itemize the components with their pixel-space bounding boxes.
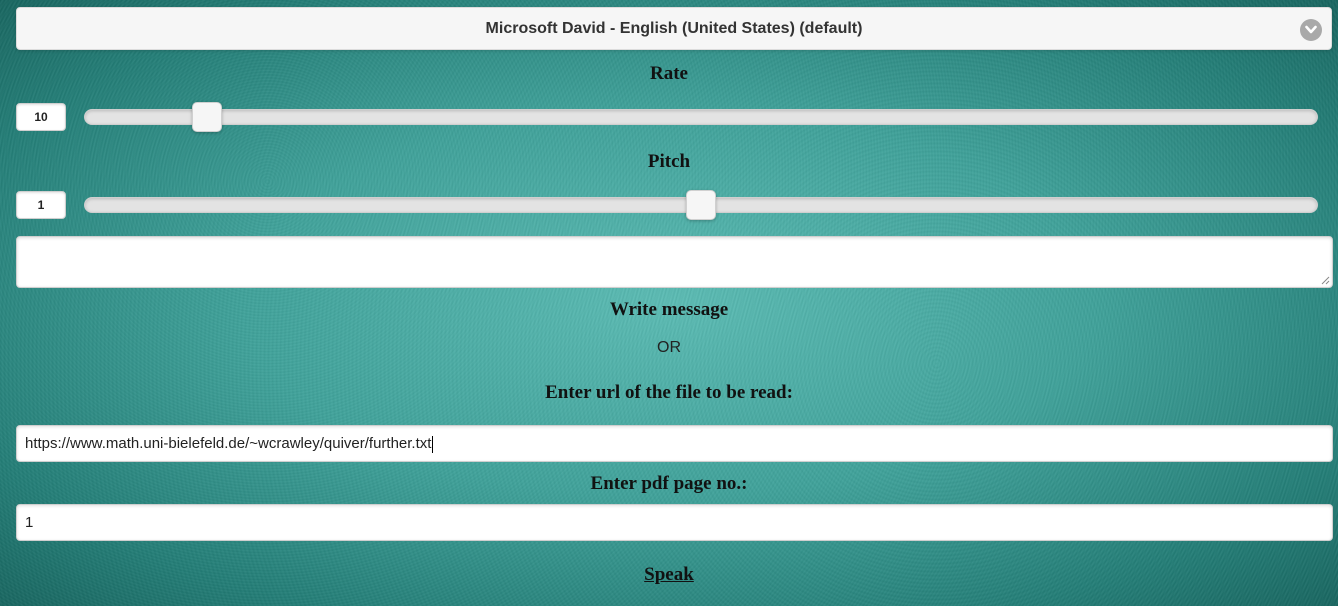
pitch-input[interactable]: 1 [16,191,66,219]
pitch-slider-handle[interactable] [686,190,716,220]
voice-select-value: Microsoft David - English (United States… [485,20,863,37]
rate-slider-handle[interactable] [192,102,222,132]
url-label: Enter url of the file to be read: [545,382,793,403]
pdf-page-input-value: 1 [25,514,34,531]
rate-input[interactable]: 10 [16,103,66,131]
speak-button[interactable]: Speak [0,564,1338,586]
pdf-page-input[interactable]: 1 [16,504,1333,541]
pitch-label: Pitch [647,151,691,172]
rate-label: Rate [650,63,688,84]
text-caret [432,435,434,453]
chevron-down-icon [1300,19,1322,41]
url-input[interactable]: https://www.math.uni-bielefeld.de/~wcraw… [16,425,1333,462]
message-textarea[interactable] [16,236,1333,288]
pdf-page-label: Enter pdf page no.: [590,473,748,494]
write-message-label: Write message [609,299,729,320]
voice-select[interactable]: Microsoft David - English (United States… [16,7,1332,50]
or-separator: OR [657,339,681,356]
rate-slider-track[interactable] [84,109,1318,125]
url-input-value: https://www.math.uni-bielefeld.de/~wcraw… [25,435,432,452]
resize-grip-icon[interactable] [1321,276,1330,285]
